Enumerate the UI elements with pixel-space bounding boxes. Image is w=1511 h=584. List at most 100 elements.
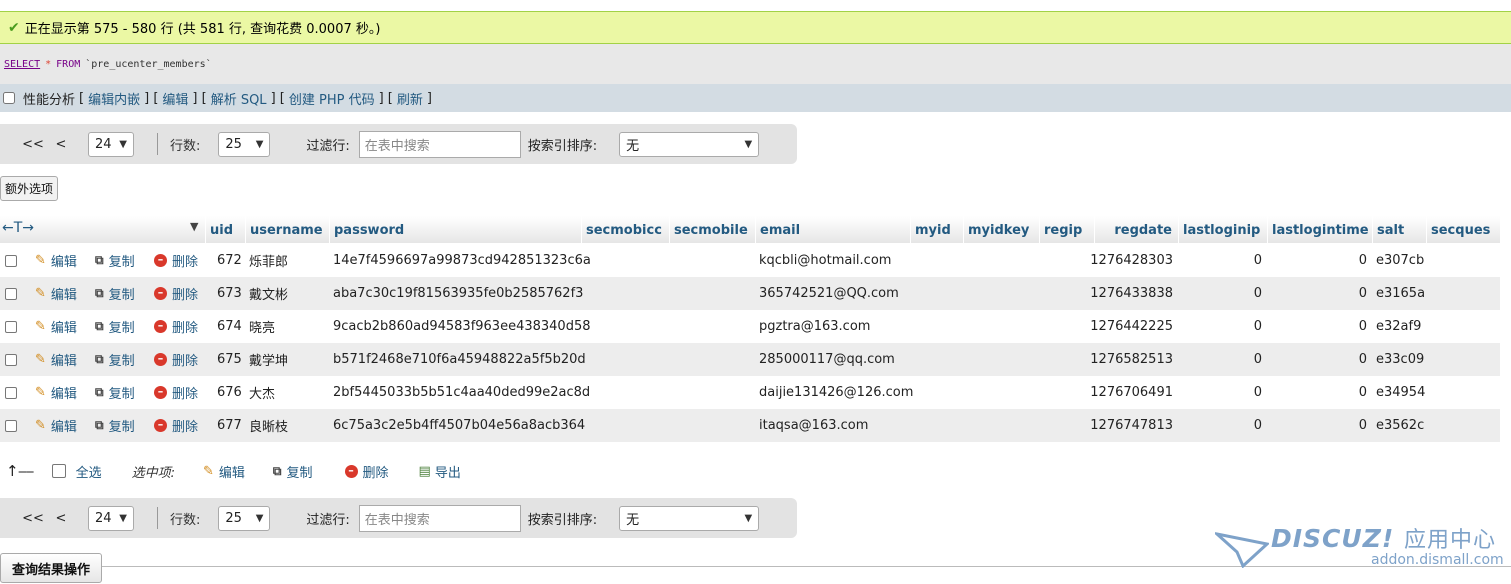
link-edit[interactable]: 编辑 xyxy=(162,89,188,108)
column-header-lastlogintime[interactable]: lastlogintime xyxy=(1267,216,1372,244)
column-header-lastloginip[interactable]: lastloginip xyxy=(1178,216,1267,244)
row-copy-label: 复制 xyxy=(108,354,135,369)
row-checkbox[interactable] xyxy=(5,254,17,267)
first-page-button[interactable]: << xyxy=(22,137,44,152)
cell-salt: e33c09 xyxy=(1376,352,1425,367)
row-copy-button[interactable]: ⧉ 复制 xyxy=(95,244,135,277)
column-header-secmobile[interactable]: secmobile xyxy=(669,216,755,244)
column-header-regdate[interactable]: regdate xyxy=(1094,216,1178,244)
filter-input[interactable]: 在表中搜索 xyxy=(358,504,521,532)
row-edit-button[interactable]: ✎ 编辑 xyxy=(35,376,77,409)
row-delete-button[interactable]: – 删除 xyxy=(154,244,198,277)
delete-icon: – xyxy=(154,386,167,399)
filter-label: 过滤行: xyxy=(306,512,350,528)
rows-label: 行数: xyxy=(170,138,201,154)
row-delete-button[interactable]: – 删除 xyxy=(154,376,198,409)
cell-email: itaqsa@163.com xyxy=(759,418,869,433)
row-copy-button[interactable]: ⧉ 复制 xyxy=(95,376,135,409)
cell-username: 晓亮 xyxy=(249,321,276,336)
row-delete-label: 删除 xyxy=(172,321,199,336)
bulk-export-button[interactable]: ▤ 导出 xyxy=(419,462,461,481)
sort-label: 按索引排序: xyxy=(527,138,598,154)
table-row: ✎ 编辑 ⧉ 复制 – 删除 673 戴文彬 aba7c30c19f81563935fe0b25… xyxy=(0,277,1500,310)
link-create-php[interactable]: 创建 PHP 代码 xyxy=(289,89,375,108)
row-edit-label: 编辑 xyxy=(50,288,77,303)
column-resize-arrows-icon[interactable]: ←T→ xyxy=(2,220,34,236)
query-results-operations-button[interactable]: 查询结果操作 xyxy=(0,553,102,583)
row-copy-button[interactable]: ⧉ 复制 xyxy=(95,310,135,343)
chevron-down-icon: ▼ xyxy=(744,138,753,150)
bulk-edit-button[interactable]: ✎ 编辑 xyxy=(203,462,245,481)
page-select[interactable]: 24 ▼ xyxy=(88,131,134,157)
delete-icon: – xyxy=(344,464,358,478)
cell-lastloginip: 0 xyxy=(1253,352,1262,367)
column-header-username[interactable]: username xyxy=(245,216,329,244)
column-header-myidkey[interactable]: myidkey xyxy=(963,216,1039,244)
row-checkbox[interactable] xyxy=(5,386,17,399)
link-inline-edit[interactable]: 编辑内嵌 xyxy=(88,89,140,108)
rows-select-value: 25 xyxy=(225,510,242,526)
bulk-edit-label: 编辑 xyxy=(218,465,245,481)
column-header-password[interactable]: password xyxy=(329,216,581,244)
profiling-checkbox[interactable] xyxy=(3,92,15,104)
rows-select[interactable]: 25 ▼ xyxy=(218,505,271,531)
link-explain-sql[interactable]: 解析 SQL xyxy=(211,89,267,108)
first-page-button[interactable]: << xyxy=(22,511,44,526)
select-all-checkbox[interactable] xyxy=(51,464,66,478)
cell-email: 285000117@qq.com xyxy=(759,352,895,367)
chevron-down-icon: ▼ xyxy=(255,512,264,524)
prev-page-button[interactable]: < xyxy=(50,511,72,526)
row-copy-button[interactable]: ⧉ 复制 xyxy=(95,343,135,376)
cell-salt: e34954 xyxy=(1376,385,1426,400)
row-delete-button[interactable]: – 删除 xyxy=(154,277,198,310)
filter-input[interactable]: 在表中搜索 xyxy=(358,130,521,158)
pencil-icon: ✎ xyxy=(35,352,46,367)
select-all-label[interactable]: 全选 xyxy=(76,462,102,481)
row-checkbox[interactable] xyxy=(5,320,17,333)
page-select[interactable]: 24 ▼ xyxy=(88,505,134,531)
bulk-delete-button[interactable]: – 删除 xyxy=(344,462,389,481)
row-edit-button[interactable]: ✎ 编辑 xyxy=(35,244,77,277)
row-checkbox[interactable] xyxy=(5,353,17,366)
row-delete-button[interactable]: – 删除 xyxy=(154,409,198,442)
column-header-salt[interactable]: salt xyxy=(1372,216,1426,244)
row-delete-button[interactable]: – 删除 xyxy=(154,343,198,376)
row-checkbox[interactable] xyxy=(5,419,17,432)
sql-table-name: `pre_ucenter_members` xyxy=(85,58,212,70)
cell-regdate: 1276442225 xyxy=(1090,319,1173,334)
delete-icon: – xyxy=(154,320,167,333)
delete-icon: – xyxy=(154,353,167,366)
row-edit-button[interactable]: ✎ 编辑 xyxy=(35,409,77,442)
rows-select[interactable]: 25 ▼ xyxy=(218,131,271,157)
column-header-secmobicc[interactable]: secmobicc xyxy=(581,216,669,244)
row-edit-button[interactable]: ✎ 编辑 xyxy=(35,277,77,310)
sort-select[interactable]: 无 ▼ xyxy=(619,505,760,531)
bulk-copy-label: 复制 xyxy=(286,465,313,481)
table-row: ✎ 编辑 ⧉ 复制 – 删除 674 晓亮 9cacb2b860ad94583f963ee438… xyxy=(0,310,1500,343)
row-edit-button[interactable]: ✎ 编辑 xyxy=(35,310,77,343)
extra-options-button[interactable]: 额外选项 xyxy=(0,176,59,201)
sort-select-value: 无 xyxy=(626,512,640,528)
prev-page-button[interactable]: < xyxy=(50,137,72,152)
bulk-copy-button[interactable]: ⧉ 复制 xyxy=(273,462,313,481)
sort-select[interactable]: 无 ▼ xyxy=(619,131,760,157)
row-edit-button[interactable]: ✎ 编辑 xyxy=(35,343,77,376)
row-copy-button[interactable]: ⧉ 复制 xyxy=(95,409,135,442)
column-header-email[interactable]: email xyxy=(755,216,910,244)
watermark: DISCUZ! 应用中心 addon.dismall.com xyxy=(1215,520,1511,584)
success-notice: ✔ 正在显示第 575 - 580 行 (共 581 行, 查询花费 0.000… xyxy=(0,11,1511,44)
column-header-uid[interactable]: uid xyxy=(205,216,245,244)
row-edit-label: 编辑 xyxy=(50,420,77,435)
row-checkbox[interactable] xyxy=(5,287,17,300)
sort-caret-icon[interactable]: ▼ xyxy=(190,220,198,233)
sql-select-keyword[interactable]: SELECT xyxy=(4,59,40,70)
row-delete-button[interactable]: – 删除 xyxy=(154,310,198,343)
pagination-bar-bottom: << < 24 ▼ 行数: 25 ▼ 过滤行: 在表中搜索 按索引排序: 无 ▼ xyxy=(0,498,797,538)
row-copy-button[interactable]: ⧉ 复制 xyxy=(95,277,135,310)
copy-icon: ⧉ xyxy=(95,286,104,300)
column-header-myid[interactable]: myid xyxy=(910,216,963,244)
cell-password: 14e7f4596697a99873cd942851323c6a xyxy=(333,253,591,268)
link-refresh[interactable]: 刷新 xyxy=(397,89,423,108)
column-header-regip[interactable]: regip xyxy=(1039,216,1094,244)
column-header-secques[interactable]: secques xyxy=(1426,216,1500,244)
